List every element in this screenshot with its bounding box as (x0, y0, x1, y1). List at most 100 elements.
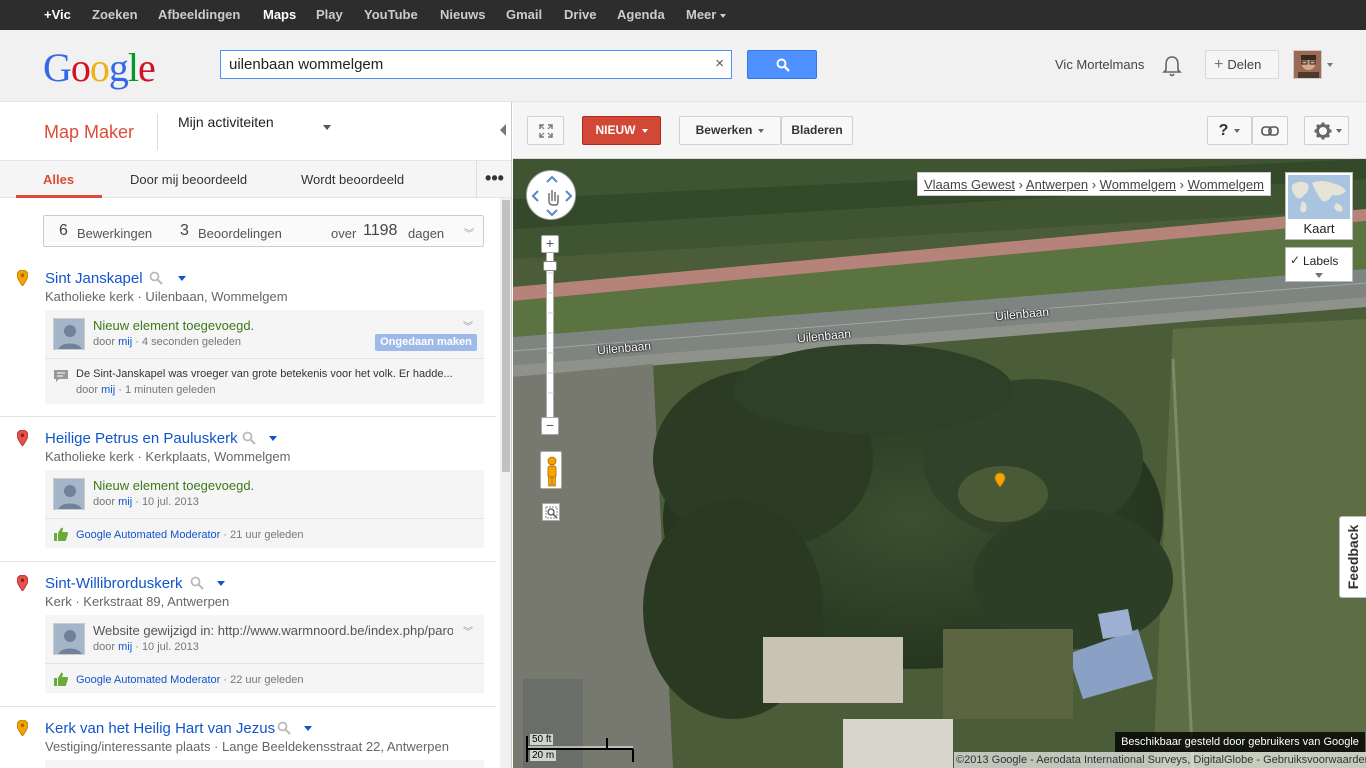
user-link[interactable]: mij (118, 496, 132, 508)
search-button[interactable] (747, 50, 817, 79)
more-options-icon[interactable]: ••• (476, 161, 511, 198)
breadcrumb-link[interactable]: Antwerpen (1026, 177, 1088, 192)
map-type-toggle[interactable]: Kaart (1285, 172, 1353, 240)
breadcrumb-link[interactable]: Wommelgem (1100, 177, 1176, 192)
undo-button[interactable]: Ongedaan maken (375, 334, 477, 351)
edit-message: Nieuw element toegevoegd. (93, 478, 255, 493)
moderator-link[interactable]: Google Automated Moderator (76, 674, 220, 686)
map-type-label: Kaart (1303, 221, 1335, 236)
user-link[interactable]: mij (118, 336, 132, 348)
pegman-icon[interactable] (540, 451, 562, 489)
gbar-calendar-link[interactable]: Agenda (617, 0, 665, 30)
map-maker-title[interactable]: Map Maker (44, 122, 134, 143)
activity-stats[interactable]: 6 Bewerkingen 3 Beoordelingen over 1198 … (43, 215, 484, 247)
search-icon[interactable] (242, 431, 256, 445)
satellite-imagery (513, 159, 1366, 768)
edit-button[interactable]: Bewerken (679, 116, 781, 145)
zoom-slider-track[interactable] (546, 253, 554, 419)
collapse-panel-icon[interactable] (500, 124, 506, 136)
clear-icon[interactable]: × (715, 55, 724, 72)
entry-title-heilig-hart[interactable]: Kerk van het Heilig Hart van Jezus (45, 720, 275, 737)
gbar-drive-link[interactable]: Drive (564, 0, 597, 30)
map-pin-icon (17, 575, 28, 591)
satellite-map[interactable]: Uilenbaan Uilenbaan Uilenbaan Vlaams Gew… (513, 159, 1366, 768)
browse-label: Bladeren (791, 123, 843, 137)
gbar-search-link[interactable]: Zoeken (92, 0, 138, 30)
zoom-out-button[interactable]: − (541, 417, 559, 435)
gbar-more-menu[interactable]: Meer (686, 0, 727, 30)
search-input[interactable] (221, 51, 701, 78)
chevron-down-icon[interactable] (178, 276, 186, 281)
chevron-down-icon[interactable] (217, 581, 225, 586)
share-button[interactable]: + Delen (1205, 50, 1279, 79)
tab-being-reviewed[interactable]: Wordt beoordeeld (301, 172, 404, 187)
scrollbar-thumb[interactable] (502, 200, 510, 472)
tab-reviewed-by-me[interactable]: Door mij beoordeeld (130, 172, 247, 187)
entry-title-sint-willibrorduskerk[interactable]: Sint-Willibrorduskerk (45, 575, 183, 592)
chevron-down-icon[interactable] (323, 125, 331, 130)
bell-icon[interactable] (1161, 54, 1183, 78)
plus-icon: + (1214, 56, 1224, 73)
edits-label: Bewerkingen (77, 226, 153, 241)
user-link[interactable]: mij (101, 384, 115, 396)
avatar[interactable] (1293, 50, 1322, 79)
gbar-youtube-link[interactable]: YouTube (364, 0, 418, 30)
tab-all[interactable]: Alles (43, 172, 74, 187)
chevron-down-icon[interactable] (269, 436, 277, 441)
gbar-images-link[interactable]: Afbeeldingen (158, 0, 240, 30)
new-button[interactable]: NIEUW (582, 116, 661, 145)
search-icon[interactable] (149, 271, 163, 285)
user-link[interactable]: mij (118, 641, 132, 653)
entry-title-petrus-pauluskerk[interactable]: Heilige Petrus en Pauluskerk (45, 430, 238, 447)
zoom-area-icon[interactable] (542, 503, 560, 521)
browse-button[interactable]: Bladeren (781, 116, 853, 145)
logo-letter: g (108, 45, 129, 90)
chevron-down-icon[interactable] (1327, 63, 1333, 67)
expand-icon[interactable]: ︾ (464, 225, 474, 240)
reviews-count: 3 (180, 222, 189, 239)
chevron-down-icon (1234, 128, 1241, 133)
search-icon[interactable] (277, 721, 291, 735)
by-label: door (93, 336, 116, 348)
zoom-in-button[interactable]: + (541, 235, 559, 253)
map-pin-icon (17, 720, 28, 736)
gbar-profile-link[interactable]: +Vic (44, 0, 71, 30)
gbar-maps-link[interactable]: Maps (263, 0, 296, 30)
gbar-news-link[interactable]: Nieuws (440, 0, 486, 30)
map-attribution: ©2013 Google - Aerodata International Su… (954, 752, 1366, 768)
expand-icon[interactable]: ︾ (463, 623, 473, 638)
gbar-play-link[interactable]: Play (316, 0, 343, 30)
edit-card: Nieuw element toegevoegd. door mij · 10 … (45, 470, 484, 548)
moderator-meta: Google Automated Moderator · 22 uur gele… (76, 674, 304, 686)
breadcrumb-separator: › (1018, 177, 1024, 192)
activity-panel: Map Maker Mijn activiteiten Alles Door m… (0, 102, 512, 768)
chevron-down-icon[interactable] (1315, 273, 1323, 278)
gbar-gmail-link[interactable]: Gmail (506, 0, 542, 30)
fullscreen-button[interactable] (527, 116, 564, 145)
settings-button[interactable] (1304, 116, 1349, 145)
link-button[interactable] (1252, 116, 1288, 145)
expand-icon[interactable]: ︾ (463, 318, 473, 333)
breadcrumb-separator: › (1179, 177, 1184, 192)
search-header: Google × Vic Mortelmans +Delen (0, 30, 1366, 102)
search-icon[interactable] (190, 576, 204, 590)
zoom-slider-handle[interactable] (543, 261, 557, 271)
chevron-down-icon (720, 13, 727, 18)
breadcrumb-link[interactable]: Wommelgem (1188, 177, 1264, 192)
google-logo[interactable]: Google (43, 44, 156, 91)
labels-toggle[interactable]: ✓ Labels (1285, 247, 1353, 282)
pan-control[interactable] (526, 170, 576, 220)
entry-title-sint-janskapel[interactable]: Sint Janskapel (45, 270, 143, 287)
activity-dropdown[interactable]: Mijn activiteiten (178, 114, 274, 130)
edit-card: Website gewijzigd in: http://www.warmnoo… (45, 615, 484, 693)
divider (45, 663, 484, 664)
moderator-time: · 22 uur geleden (223, 674, 304, 686)
user-name[interactable]: Vic Mortelmans (1055, 57, 1144, 72)
breadcrumb-link[interactable]: Vlaams Gewest (924, 177, 1015, 192)
fullscreen-icon (538, 124, 553, 138)
moderator-link[interactable]: Google Automated Moderator (76, 529, 220, 541)
chevron-down-icon[interactable] (304, 726, 312, 731)
feedback-button[interactable]: Feedback (1339, 516, 1366, 598)
labels-label: Labels (1303, 254, 1339, 268)
help-button[interactable]: ? (1207, 116, 1252, 145)
